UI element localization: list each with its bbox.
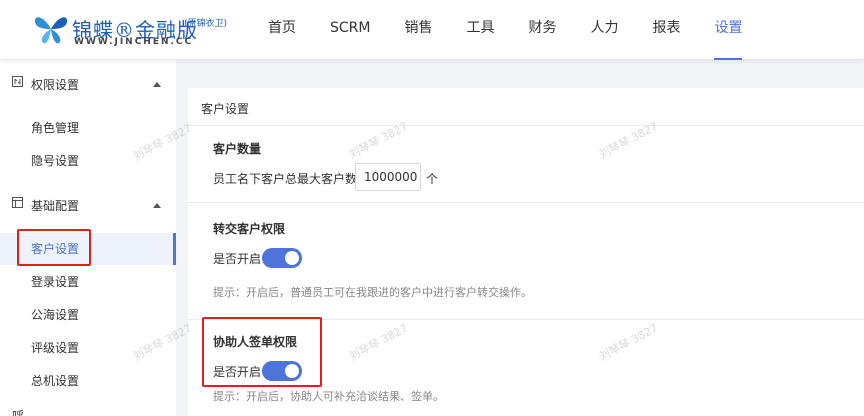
brand-logo[interactable]: 锦蝶®金融版 (原锦衣卫) WWW.JINCHEN.CC — [32, 12, 242, 48]
nav-reports[interactable]: 报表 — [652, 0, 680, 60]
assist-permission-toggle[interactable] — [262, 361, 302, 381]
divider — [188, 319, 864, 320]
sidebar-item-partial[interactable]: 呼 — [0, 400, 176, 416]
divider — [188, 202, 864, 203]
transfer-permission-title: 转交客户权限 — [213, 222, 286, 236]
divider — [188, 125, 864, 126]
brand-edition: (原锦衣卫) — [184, 19, 228, 29]
toggle-knob — [285, 364, 299, 378]
assist-hint: 提示：开启后，协助人可补充洽谈结果、签单。 — [213, 390, 444, 403]
transfer-switch-label: 是否开启 — [213, 252, 262, 266]
nav-scrm[interactable]: SCRM — [330, 0, 370, 60]
chevron-up-icon — [153, 202, 161, 208]
nav-finance[interactable]: 财务 — [528, 0, 556, 60]
sidebar-item-rating[interactable]: 评级设置 — [0, 332, 176, 364]
max-customers-input[interactable] — [355, 163, 421, 191]
brand-url: WWW.JINCHEN.CC — [74, 37, 194, 47]
assist-switch-label: 是否开启 — [213, 365, 262, 379]
sidebar-item-switchboard[interactable]: 总机设置 — [0, 365, 176, 397]
transfer-permission-toggle[interactable] — [262, 248, 302, 268]
top-header: 锦蝶®金融版 (原锦衣卫) WWW.JINCHEN.CC 首页 SCRM 销售 … — [0, 0, 864, 60]
nav-sales[interactable]: 销售 — [404, 0, 432, 60]
max-customers-unit: 个 — [426, 172, 439, 186]
permission-icon — [12, 76, 23, 90]
sidebar-group-permissions[interactable]: 权限设置 — [0, 64, 176, 104]
sidebar-item-login-settings[interactable]: 登录设置 — [0, 266, 176, 298]
butterfly-logo-icon — [34, 17, 68, 44]
sidebar-item-customer-settings[interactable]: 客户设置 — [0, 233, 176, 265]
toggle-knob — [285, 251, 299, 265]
assist-permission-title: 协助人签单权限 — [213, 335, 298, 349]
sidebar-group-basic-config[interactable]: 基础配置 — [0, 185, 176, 225]
nav-home[interactable]: 首页 — [268, 0, 296, 60]
transfer-hint: 提示：开启后，普通员工可在我跟进的客户中进行客户转交操作。 — [213, 286, 532, 299]
customer-settings-panel: 客户设置 客户数量 员工名下客户总最大客户数 个 转交客户权限 是否开启 提示：… — [188, 88, 864, 416]
nav-hr[interactable]: 人力 — [590, 0, 618, 60]
sidebar-item-roles[interactable]: 角色管理 — [0, 112, 176, 144]
sidebar-item-public-pool[interactable]: 公海设置 — [0, 299, 176, 331]
chevron-up-icon — [153, 81, 161, 87]
max-customers-label: 员工名下客户总最大客户数 — [213, 172, 358, 186]
sidebar-group-label: 权限设置 — [31, 77, 80, 92]
config-icon — [12, 197, 23, 211]
nav-tools[interactable]: 工具 — [466, 0, 494, 60]
section-title: 客户设置 — [201, 102, 250, 116]
main-nav: 首页 SCRM 销售 工具 财务 人力 报表 设置 — [268, 0, 776, 60]
sidebar-item-hidden-number[interactable]: 隐号设置 — [0, 145, 176, 177]
sidebar-group-label: 基础配置 — [31, 198, 80, 213]
sidebar: 权限设置 角色管理 隐号设置 基础配置 客户设置 登录设置 公海设置 评级设置 … — [0, 60, 176, 416]
customer-count-title: 客户数量 — [213, 142, 262, 156]
nav-settings[interactable]: 设置 — [714, 0, 743, 60]
